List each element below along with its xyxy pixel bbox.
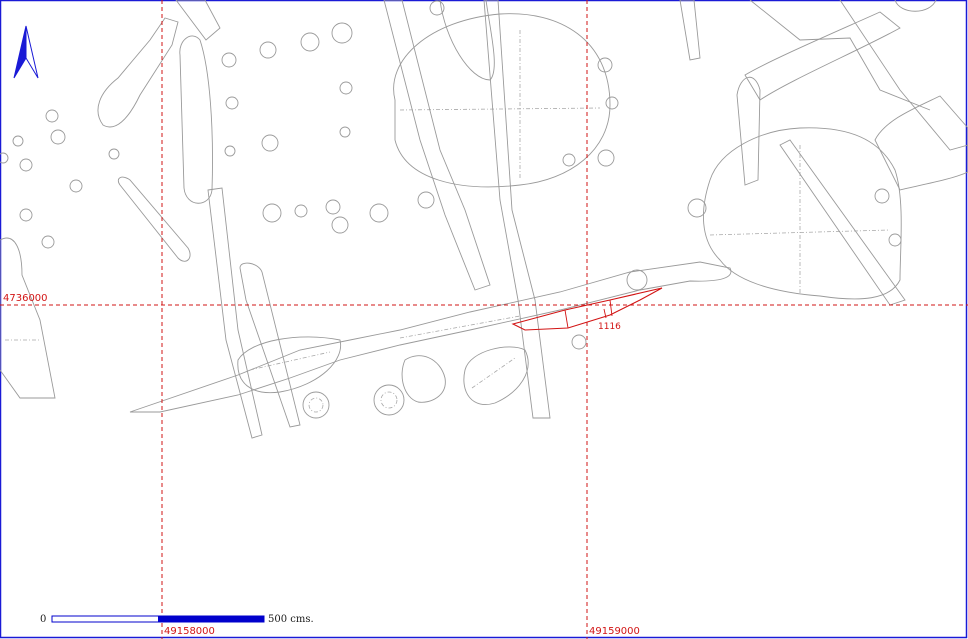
scale-bar: 0 500 cms. xyxy=(40,614,314,625)
scale-bar-start-label: 0 xyxy=(40,614,46,625)
feature-label-1116: 1116 xyxy=(598,322,621,332)
grid-label-easting-left: 49158000 xyxy=(164,626,215,637)
site-plan-map: 4736000 49158000 49159000 1116 0 500 cms… xyxy=(0,0,968,639)
north-arrow-icon xyxy=(13,25,39,79)
scale-bar-end-label: 500 cms. xyxy=(268,614,314,625)
excavation-features xyxy=(0,0,968,439)
map-frame xyxy=(0,0,968,639)
grid-label-northing: 4736000 xyxy=(3,293,48,304)
grid-label-easting-right: 49159000 xyxy=(589,626,640,637)
coordinate-grid xyxy=(0,0,968,639)
